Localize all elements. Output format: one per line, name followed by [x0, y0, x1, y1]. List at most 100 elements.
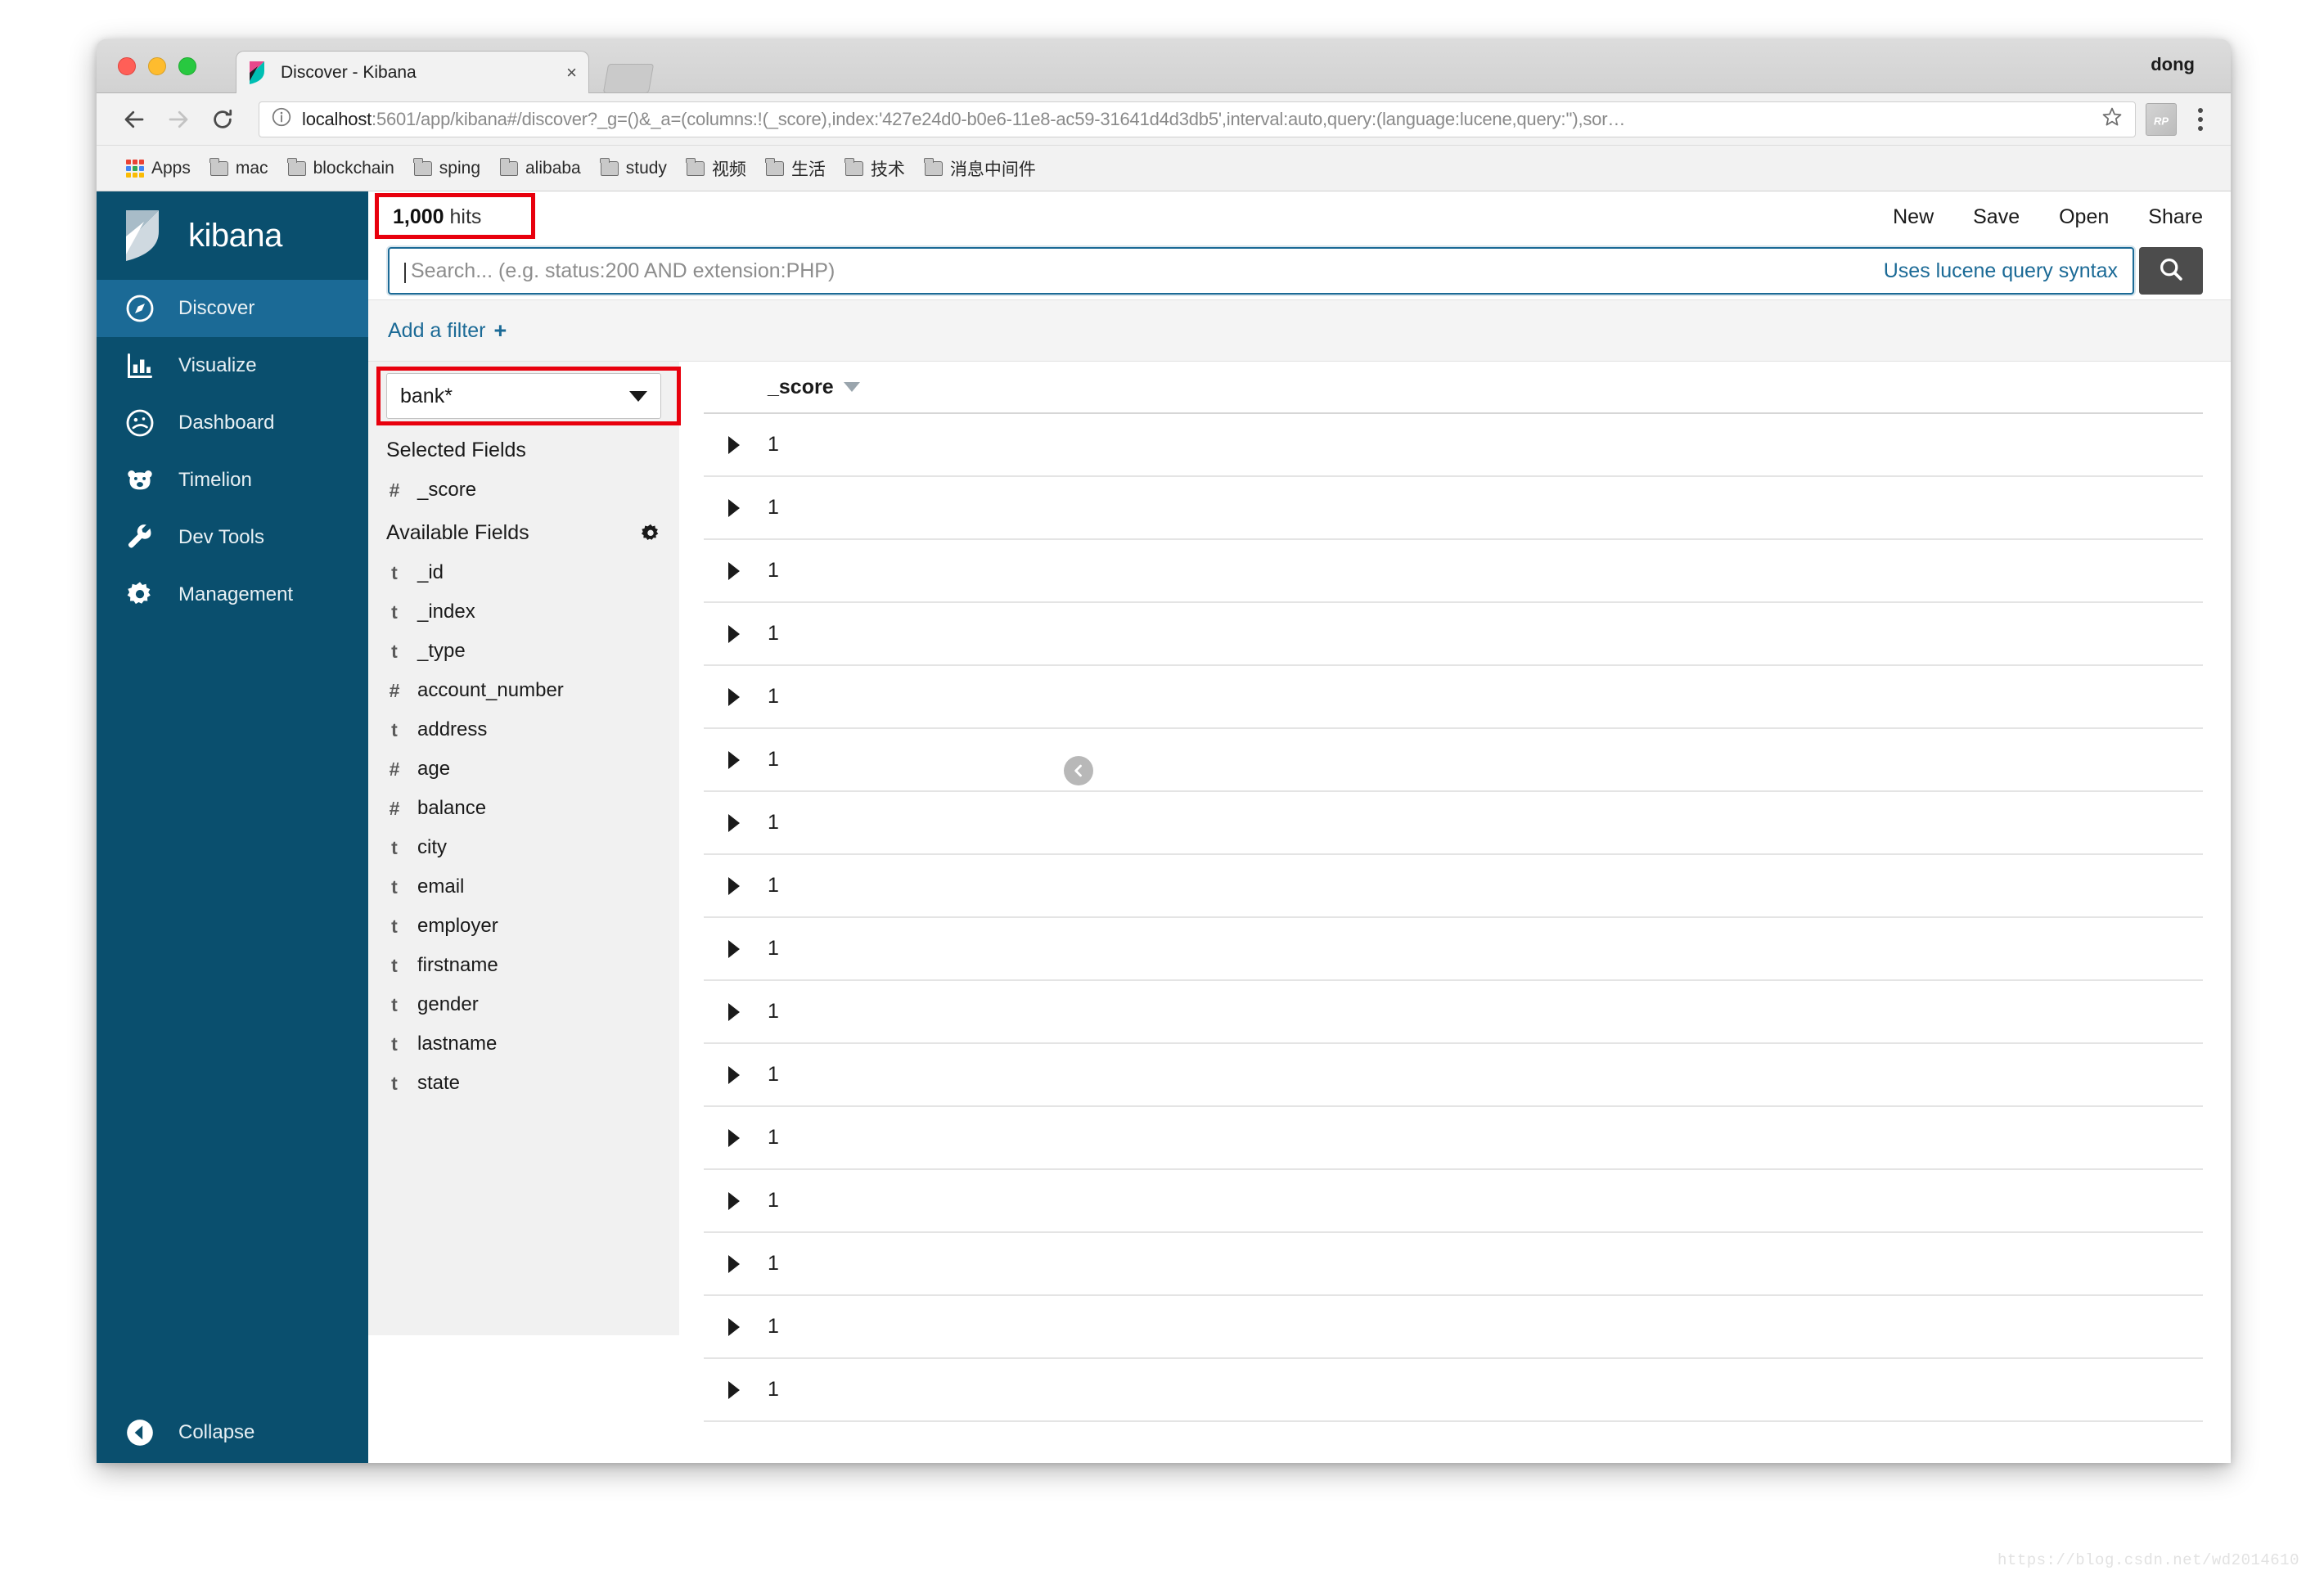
- field-item-firstname[interactable]: t firstname: [368, 946, 679, 985]
- table-row[interactable]: 1: [704, 918, 2203, 981]
- arrow-left-circle-icon: [124, 1417, 155, 1448]
- sidebar-item-visualize[interactable]: Visualize: [97, 337, 368, 394]
- expand-triangle-icon[interactable]: [704, 1065, 768, 1084]
- star-icon[interactable]: [2101, 106, 2124, 133]
- maximize-window-button[interactable]: [178, 57, 196, 75]
- expand-triangle-icon[interactable]: [704, 813, 768, 832]
- open-button[interactable]: Open: [2059, 205, 2109, 229]
- field-item-_id[interactable]: t _id: [368, 553, 679, 592]
- search-submit-button[interactable]: [2139, 247, 2203, 295]
- field-item-age[interactable]: # age: [368, 749, 679, 789]
- field-name: email: [417, 875, 465, 898]
- kebab-menu-icon[interactable]: [2188, 107, 2213, 131]
- profile-name-label[interactable]: dong: [2151, 54, 2195, 75]
- table-row[interactable]: 1: [704, 1170, 2203, 1233]
- field-item-gender[interactable]: t gender: [368, 985, 679, 1024]
- reload-button[interactable]: [203, 100, 242, 139]
- forward-button[interactable]: [159, 100, 198, 139]
- gear-icon[interactable]: [640, 523, 661, 544]
- expand-triangle-icon[interactable]: [704, 435, 768, 454]
- bookmark-tech[interactable]: 技术: [837, 152, 913, 185]
- extension-icon[interactable]: [2146, 102, 2177, 136]
- table-row[interactable]: 1: [704, 792, 2203, 855]
- table-row[interactable]: 1: [704, 1107, 2203, 1170]
- back-button[interactable]: [115, 100, 154, 139]
- expand-triangle-icon[interactable]: [704, 750, 768, 769]
- browser-tab[interactable]: Discover - Kibana ×: [236, 51, 589, 93]
- table-row[interactable]: 1: [704, 666, 2203, 729]
- topbar-actions: New Save Open Share: [1893, 205, 2203, 229]
- expand-triangle-icon[interactable]: [704, 1128, 768, 1147]
- bookmark-mac[interactable]: mac: [202, 155, 277, 182]
- desktop-backdrop: Discover - Kibana × dong localhost:5601/…: [0, 0, 2324, 1584]
- info-circle-icon[interactable]: [271, 106, 292, 132]
- table-row[interactable]: 1: [704, 1296, 2203, 1359]
- field-item-_score[interactable]: # _score: [368, 470, 679, 510]
- table-row[interactable]: 1: [704, 1359, 2203, 1422]
- expand-triangle-icon[interactable]: [704, 1317, 768, 1336]
- table-row[interactable]: 1: [704, 414, 2203, 477]
- table-row[interactable]: 1: [704, 1233, 2203, 1296]
- bookmark-life[interactable]: 生活: [758, 152, 834, 185]
- gear-icon: [124, 579, 155, 610]
- table-row[interactable]: 1: [704, 1044, 2203, 1107]
- table-row[interactable]: 1: [704, 855, 2203, 918]
- table-row[interactable]: 1: [704, 477, 2203, 540]
- field-item-_type[interactable]: t _type: [368, 632, 679, 671]
- field-item-_index[interactable]: t _index: [368, 592, 679, 632]
- table-row[interactable]: 1: [704, 603, 2203, 666]
- bookmark-blockchain[interactable]: blockchain: [280, 155, 403, 182]
- new-tab-button[interactable]: [602, 64, 655, 93]
- expand-triangle-icon[interactable]: [704, 561, 768, 580]
- expand-triangle-icon[interactable]: [704, 1254, 768, 1273]
- kibana-brand[interactable]: kibana: [97, 191, 368, 280]
- close-tab-icon[interactable]: ×: [566, 62, 577, 83]
- sidebar-item-management[interactable]: Management: [97, 566, 368, 623]
- new-button[interactable]: New: [1893, 205, 1934, 229]
- share-button[interactable]: Share: [2148, 205, 2203, 229]
- field-item-address[interactable]: t address: [368, 710, 679, 749]
- expand-triangle-icon[interactable]: [704, 1191, 768, 1210]
- index-pattern-select[interactable]: bank*: [386, 373, 661, 419]
- expand-triangle-icon[interactable]: [704, 939, 768, 958]
- field-item-balance[interactable]: # balance: [368, 789, 679, 828]
- field-item-lastname[interactable]: t lastname: [368, 1024, 679, 1064]
- field-item-employer[interactable]: t employer: [368, 907, 679, 946]
- minimize-window-button[interactable]: [148, 57, 166, 75]
- expand-triangle-icon[interactable]: [704, 624, 768, 643]
- field-item-city[interactable]: t city: [368, 828, 679, 867]
- expand-triangle-icon[interactable]: [704, 498, 768, 517]
- bookmark-study[interactable]: study: [592, 155, 675, 182]
- sidebar-item-timelion[interactable]: Timelion: [97, 452, 368, 509]
- field-item-account-number[interactable]: # account_number: [368, 671, 679, 710]
- field-item-email[interactable]: t email: [368, 867, 679, 907]
- chevron-left-icon[interactable]: [1064, 756, 1093, 785]
- close-window-button[interactable]: [118, 57, 136, 75]
- address-bar[interactable]: localhost:5601/app/kibana#/discover?_g=(…: [259, 101, 2136, 137]
- table-row[interactable]: 1: [704, 729, 2203, 792]
- bookmark-alibaba[interactable]: alibaba: [492, 155, 589, 182]
- sort-desc-icon[interactable]: [843, 382, 860, 392]
- save-button[interactable]: Save: [1973, 205, 2020, 229]
- cell-score: 1: [768, 874, 779, 897]
- lucene-syntax-link[interactable]: Uses lucene query syntax: [1884, 259, 2118, 283]
- table-row[interactable]: 1: [704, 981, 2203, 1044]
- sidebar-item-dev-tools[interactable]: Dev Tools: [97, 509, 368, 566]
- add-filter-button[interactable]: Add a filter +: [388, 318, 507, 344]
- bookmark-apps[interactable]: Apps: [118, 155, 199, 182]
- expand-triangle-icon[interactable]: [704, 1002, 768, 1021]
- field-item-state[interactable]: t state: [368, 1064, 679, 1103]
- expand-triangle-icon[interactable]: [704, 876, 768, 895]
- bookmark-message-middleware[interactable]: 消息中间件: [917, 152, 1044, 185]
- search-input[interactable]: Search... (e.g. status:200 AND extension…: [388, 247, 2134, 295]
- bookmark-sping[interactable]: sping: [406, 155, 489, 182]
- table-row[interactable]: 1: [704, 540, 2203, 603]
- bookmark-video[interactable]: 视频: [678, 152, 754, 185]
- sidebar-item-dashboard[interactable]: Dashboard: [97, 394, 368, 452]
- sidebar-item-discover[interactable]: Discover: [97, 280, 368, 337]
- collapse-sidebar-button[interactable]: Collapse: [97, 1402, 368, 1463]
- column-header-score[interactable]: _score: [768, 376, 834, 399]
- expand-triangle-icon[interactable]: [704, 687, 768, 706]
- expand-triangle-icon[interactable]: [704, 1380, 768, 1399]
- cell-score: 1: [768, 1126, 779, 1149]
